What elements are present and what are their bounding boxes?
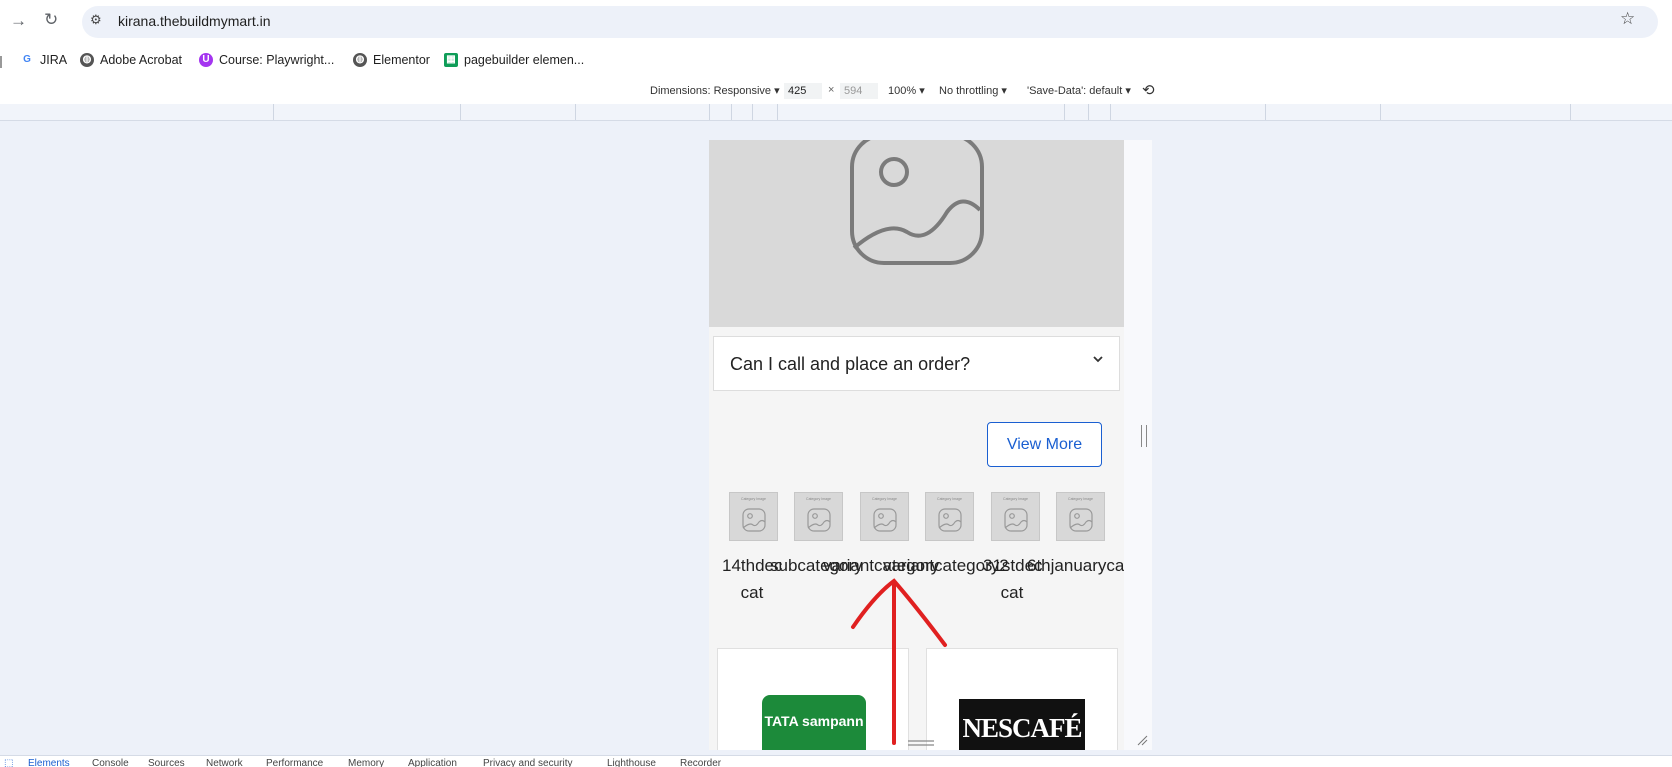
sheets-icon: ▦ — [444, 53, 458, 67]
rotate-icon[interactable]: ⟲ — [1142, 81, 1155, 99]
resize-handle-right-icon[interactable] — [1141, 425, 1147, 447]
globe-icon: ◍ — [80, 53, 94, 67]
globe-icon: ◍ — [353, 53, 367, 67]
height-input[interactable]: 594 — [840, 83, 878, 99]
ruler-tick — [1064, 104, 1065, 120]
hero-placeholder-image — [709, 140, 1124, 327]
category-thumbnail[interactable]: Category Image — [860, 492, 909, 541]
annotation-arrow-icon — [851, 578, 947, 745]
image-placeholder-icon — [1004, 508, 1028, 532]
reload-icon[interactable]: ↻ — [44, 10, 58, 30]
throttling-select[interactable]: No throttling ▾ — [939, 84, 1007, 97]
category-thumbnail[interactable]: Category Image — [794, 492, 843, 541]
category-label[interactable]: 6thjanuarycat — [1027, 552, 1124, 579]
category-thumbnail[interactable]: Category Image — [925, 492, 974, 541]
category-thumbnail[interactable]: Category Image — [1056, 492, 1105, 541]
ruler-tick — [777, 104, 778, 120]
save-data-select[interactable]: 'Save-Data': default ▾ — [1027, 84, 1131, 97]
category-thumbnail[interactable]: Category Image — [729, 492, 778, 541]
bookmarks-bar: G JIRA ◍ Adobe Acrobat U Course: Playwri… — [0, 44, 1672, 81]
forward-icon[interactable]: → — [10, 11, 27, 31]
bookmark-jira[interactable]: G JIRA — [20, 53, 67, 67]
url-text: kirana.thebuildmymart.in — [118, 13, 271, 29]
image-placeholder-icon — [807, 508, 831, 532]
dimensions-select[interactable]: Dimensions: Responsive ▾ — [650, 84, 780, 97]
faq-accordion-item[interactable]: Can I call and place an order? — [713, 336, 1120, 391]
category-thumbnail[interactable]: Category Image — [991, 492, 1040, 541]
ruler-tick — [1570, 104, 1571, 120]
times-sign: × — [828, 84, 835, 96]
zoom-select[interactable]: 100% ▾ — [888, 84, 925, 97]
ruler-tick — [1265, 104, 1266, 120]
ruler-tick — [460, 104, 461, 120]
ruler-tick — [1088, 104, 1089, 120]
image-placeholder-icon — [873, 508, 897, 532]
bookmark-pagebuilder[interactable]: ▦ pagebuilder elemen... — [444, 53, 584, 67]
media-query-ruler — [0, 104, 1672, 121]
google-icon: G — [20, 53, 34, 67]
nescafe-logo: NESCAFÉ — [959, 699, 1085, 750]
ruler-tick — [752, 104, 753, 120]
width-input[interactable]: 425 — [784, 83, 822, 99]
ruler-tick — [273, 104, 274, 120]
image-placeholder-icon — [850, 140, 984, 265]
bookmark-elementor[interactable]: ◍ Elementor — [353, 53, 430, 67]
bookmark-course-playwright[interactable]: U Course: Playwright... — [199, 53, 334, 67]
image-placeholder-icon — [1069, 508, 1093, 532]
bookmark-star-icon[interactable]: ☆ — [1620, 9, 1635, 29]
device-toolbar: Dimensions: Responsive ▾ 425 × 594 100% … — [0, 80, 1672, 105]
address-bar[interactable] — [82, 6, 1658, 38]
image-placeholder-icon — [938, 508, 962, 532]
resize-corner-icon[interactable] — [1136, 734, 1148, 746]
course-icon: U — [199, 53, 213, 67]
devtools-tabs: ⬚ Elements Console Sources Network Perfo… — [0, 755, 1672, 767]
image-placeholder-icon — [742, 508, 766, 532]
ruler-tick — [1110, 104, 1111, 120]
bookmarks-edge — [0, 56, 2, 68]
bookmark-adobe-acrobat[interactable]: ◍ Adobe Acrobat — [80, 53, 182, 67]
ruler-tick — [575, 104, 576, 120]
ruler-tick — [1380, 104, 1381, 120]
chevron-down-icon — [1093, 356, 1103, 363]
faq-question: Can I call and place an order? — [730, 354, 971, 374]
browser-toolbar: → ↻ ⚙ kirana.thebuildmymart.in ☆ — [0, 0, 1672, 44]
view-more-button[interactable]: View More — [987, 422, 1102, 467]
viewport-resize-gutter — [1124, 140, 1152, 750]
ruler-tick — [731, 104, 732, 120]
ruler-tick — [709, 104, 710, 120]
site-settings-icon[interactable]: ⚙ — [90, 12, 102, 28]
